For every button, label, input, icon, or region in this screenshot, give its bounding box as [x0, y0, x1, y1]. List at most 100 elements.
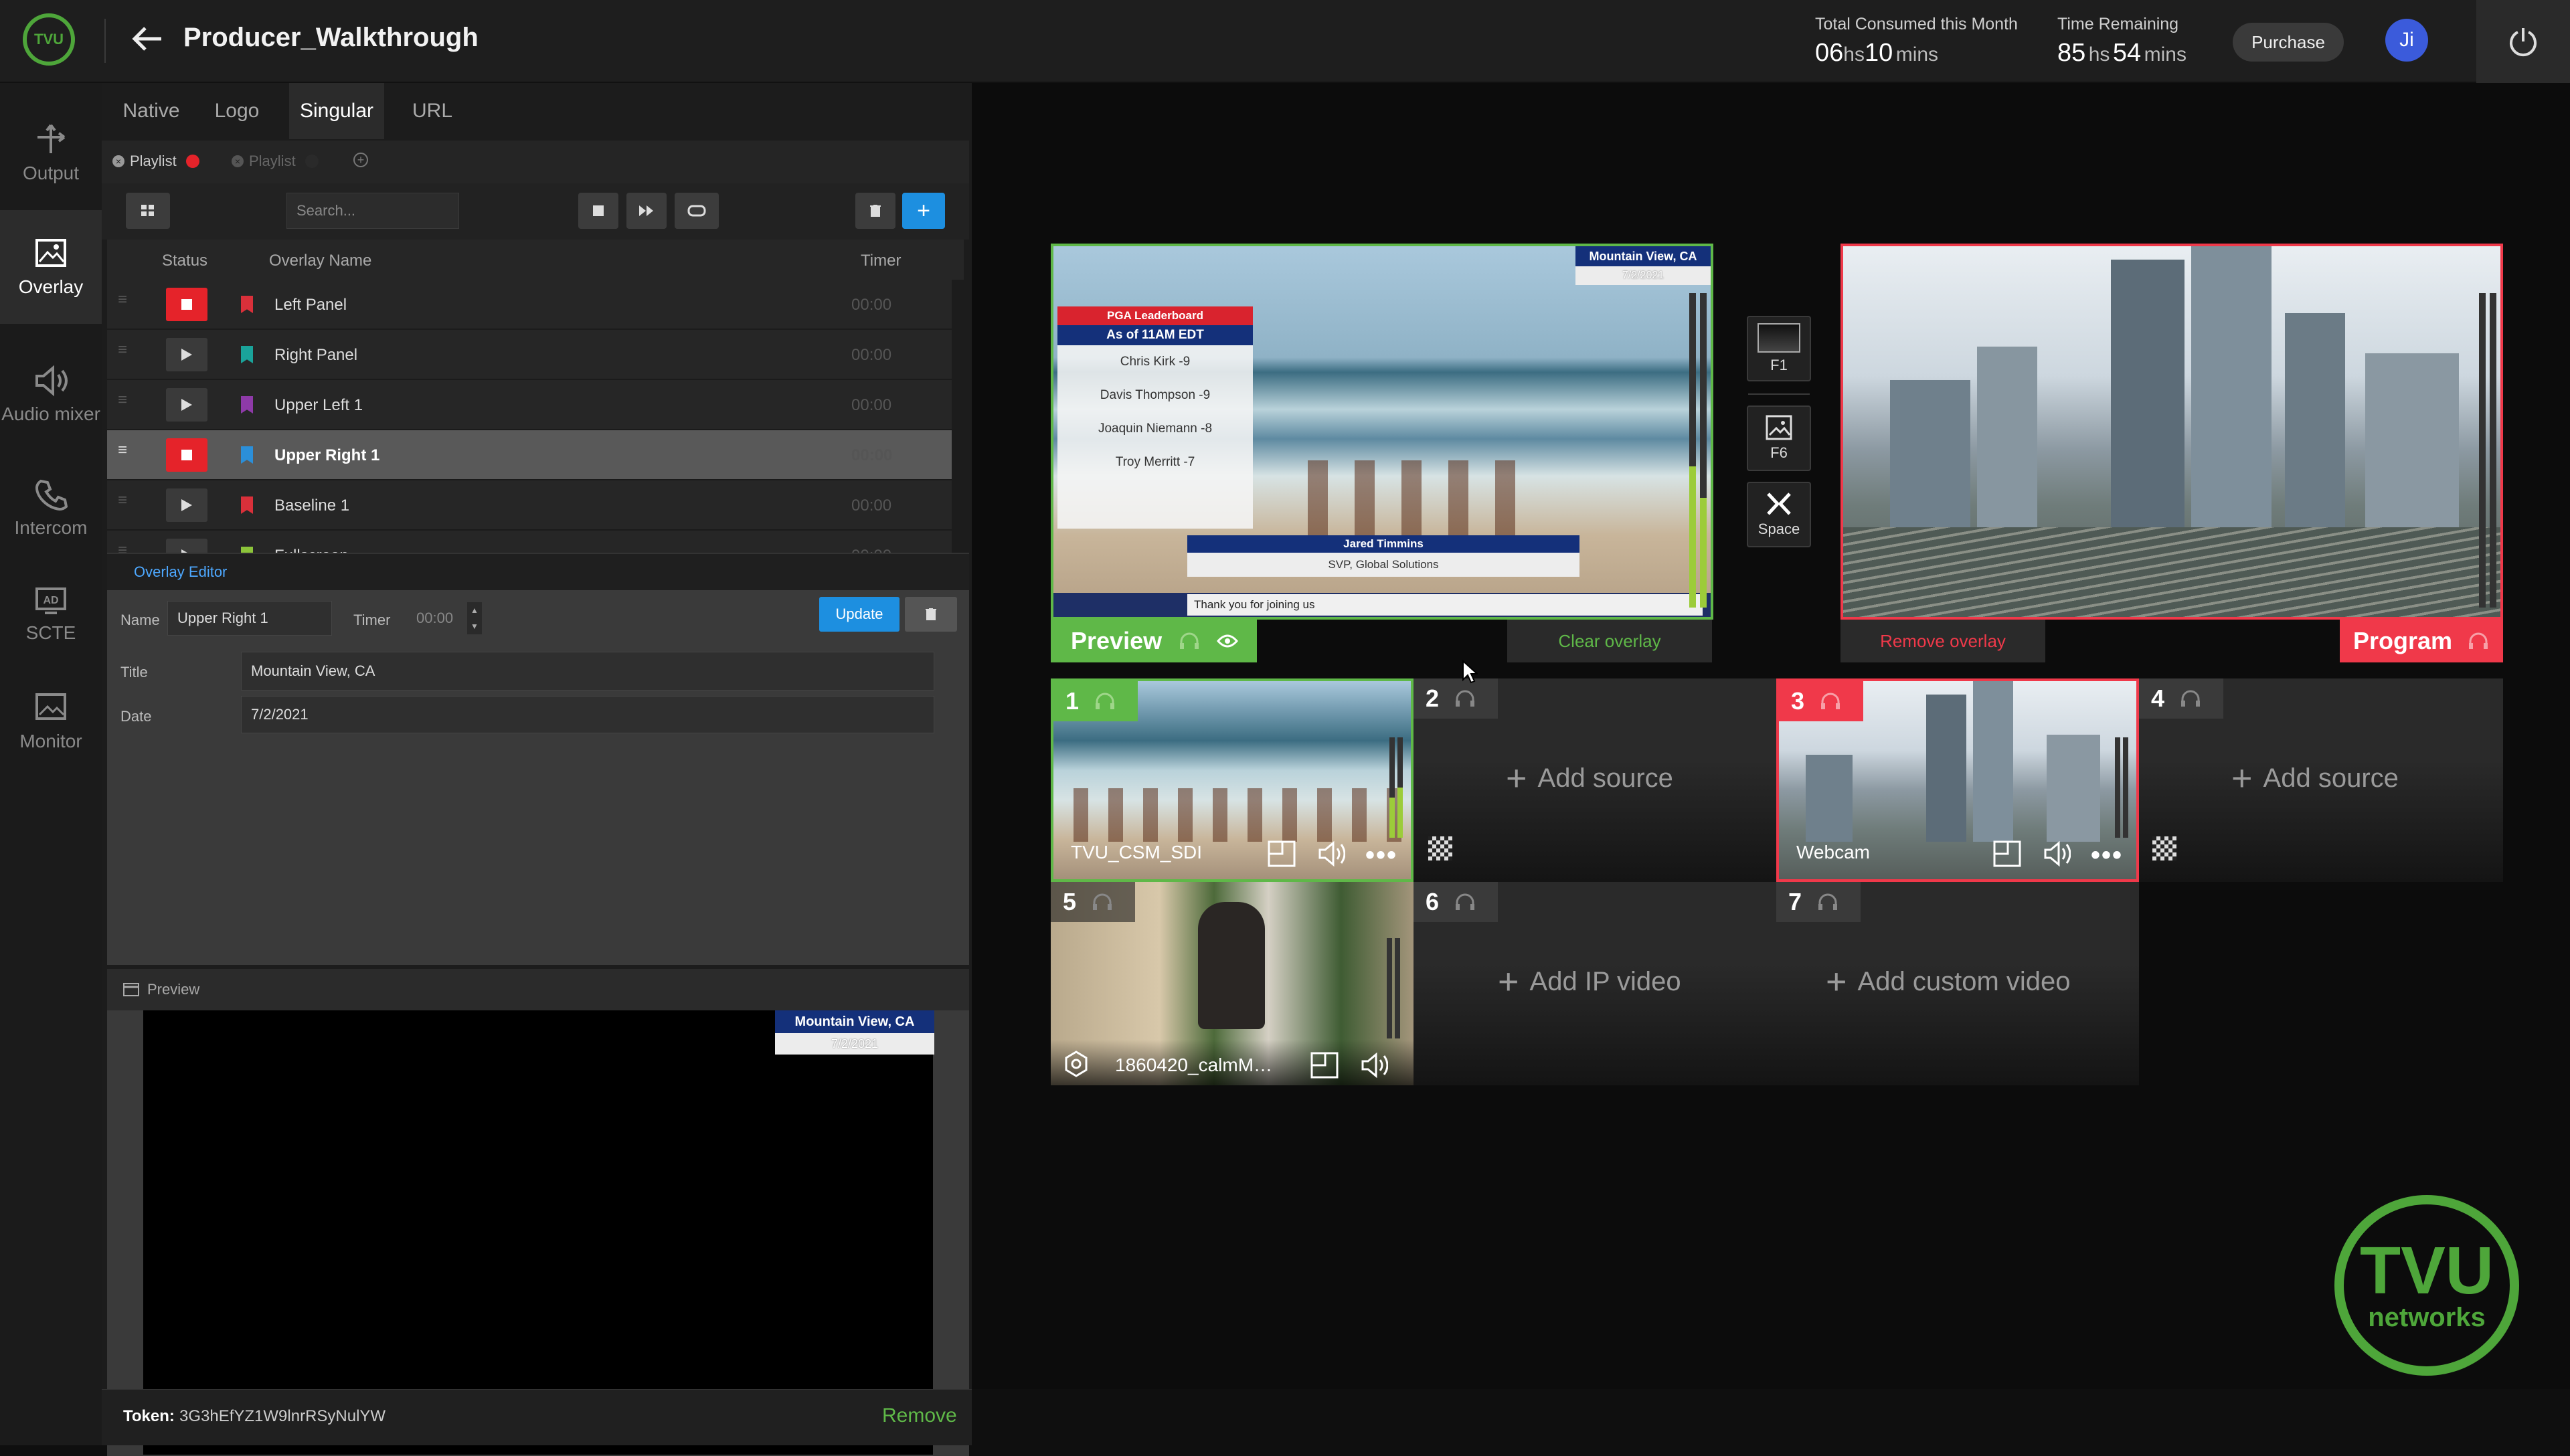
tab-url[interactable]: URL	[407, 83, 458, 139]
source-tile-3[interactable]: 3 Webcam •••	[1776, 678, 2139, 882]
drag-handle-icon[interactable]: ≡	[118, 342, 134, 361]
add-playlist-icon[interactable]: +	[353, 153, 368, 167]
overlay-editor-heading[interactable]: Overlay Editor	[134, 563, 227, 581]
clear-overlay-button[interactable]: Clear overlay	[1507, 620, 1712, 662]
delete-overlay-button[interactable]	[905, 597, 957, 632]
more-icon[interactable]: •••	[1365, 840, 1397, 871]
source-tile-5[interactable]: 5 1860420_calmM…	[1051, 882, 1414, 1085]
purchase-button[interactable]: Purchase	[2233, 23, 2344, 62]
source-tile-1[interactable]: 1 TVU_CSM_SDI •••	[1051, 678, 1414, 882]
stop-button[interactable]	[166, 438, 207, 472]
update-button[interactable]: Update	[819, 597, 900, 632]
overlay-row[interactable]: ≡ Fullscreen 00:00	[107, 531, 952, 553]
add-custom-video-button[interactable]: + Add custom video	[1826, 961, 2071, 1002]
loop-button[interactable]	[675, 193, 719, 229]
playlist-tab-2[interactable]: × Playlist	[232, 153, 319, 170]
close-icon[interactable]: ×	[112, 155, 124, 167]
source-tile-6[interactable]: 6 + Add IP video	[1414, 882, 1776, 1085]
headphones-icon[interactable]	[1092, 893, 1112, 911]
play-button[interactable]	[166, 488, 207, 522]
tab-logo[interactable]: Logo	[209, 83, 265, 139]
play-button[interactable]	[166, 388, 207, 422]
overlay-row[interactable]: ≡ Upper Left 1 00:00	[107, 380, 952, 430]
play-button[interactable]	[166, 539, 207, 553]
source-tile-4[interactable]: 4 + Add source	[2139, 678, 2503, 882]
headphones-icon[interactable]	[1095, 693, 1115, 710]
play-button[interactable]	[166, 338, 207, 371]
add-source-button[interactable]: + Add source	[1506, 757, 1673, 799]
sidebar-item-audio-mixer[interactable]: Audio mixer	[0, 337, 102, 451]
overlay-row[interactable]: ≡ Upper Right 1 00:00	[107, 430, 952, 480]
headphones-icon[interactable]	[1179, 632, 1199, 650]
headphones-icon[interactable]	[1455, 893, 1475, 911]
drag-handle-icon[interactable]: ≡	[118, 392, 134, 411]
playlist-tab-1[interactable]: × Playlist	[112, 153, 199, 170]
sidebar-item-scte[interactable]: AD SCTE	[0, 558, 102, 672]
overlay-row[interactable]: ≡ Baseline 1 00:00	[107, 480, 952, 530]
qr-code-icon[interactable]	[1428, 836, 1452, 860]
headphones-icon[interactable]	[2468, 632, 2488, 650]
layout-icon[interactable]	[1993, 840, 2021, 867]
key-f6-button[interactable]: F6	[1747, 405, 1811, 471]
delete-button[interactable]	[855, 193, 895, 229]
drag-handle-icon[interactable]: ≡	[118, 543, 134, 553]
remove-overlay-button[interactable]: Remove overlay	[1840, 620, 2045, 662]
headphones-icon[interactable]	[1818, 893, 1838, 911]
drag-handle-icon[interactable]: ≡	[118, 442, 134, 461]
speaker-icon[interactable]	[1317, 840, 1345, 867]
headphones-icon[interactable]	[1455, 690, 1475, 707]
overlay-row[interactable]: ≡ Left Panel 00:00	[107, 280, 952, 329]
add-source-button[interactable]: + Add source	[2231, 757, 2399, 799]
timer-stepper[interactable]: ▲ ▼	[467, 602, 482, 634]
stop-all-button[interactable]	[578, 193, 618, 229]
avatar[interactable]: Ji	[2385, 19, 2428, 62]
sidebar-item-output[interactable]: Output	[0, 96, 102, 210]
program-monitor[interactable]	[1840, 244, 2503, 620]
next-button[interactable]	[626, 193, 667, 229]
sidebar-item-intercom[interactable]: Intercom	[0, 451, 102, 565]
key-space-button[interactable]: Space	[1747, 482, 1811, 547]
close-icon[interactable]: ×	[232, 155, 244, 167]
source-tile-2[interactable]: 2 + Add source	[1414, 678, 1776, 882]
stop-button[interactable]	[166, 288, 207, 321]
speaker-icon[interactable]	[1360, 1052, 1388, 1079]
settings-icon[interactable]	[1063, 1051, 1090, 1077]
source-tile-7[interactable]: 7 + Add custom video	[1776, 882, 2139, 1085]
back-arrow-icon[interactable]	[120, 15, 174, 63]
sidebar-item-overlay[interactable]: Overlay	[0, 210, 102, 324]
drag-handle-icon[interactable]: ≡	[118, 292, 134, 310]
overlay-row[interactable]: ≡ Right Panel 00:00	[107, 330, 952, 379]
remove-token-link[interactable]: Remove	[882, 1404, 957, 1427]
preview-tab[interactable]: Preview	[123, 981, 199, 998]
headphones-icon[interactable]	[2180, 690, 2201, 707]
add-ip-video-button[interactable]: + Add IP video	[1498, 961, 1681, 1002]
qr-code-icon[interactable]	[2152, 836, 2176, 860]
eye-icon[interactable]	[1217, 634, 1239, 648]
tvu-logo[interactable]: TVU	[23, 13, 75, 66]
layout-icon[interactable]	[1310, 1052, 1339, 1079]
col-timer: Timer	[861, 252, 902, 270]
key-f1-button[interactable]: F1	[1747, 316, 1811, 381]
layout-icon[interactable]	[1268, 840, 1296, 867]
tab-singular[interactable]: Singular	[289, 83, 384, 139]
sidebar-item-monitor[interactable]: Monitor	[0, 665, 102, 779]
preview-date: 7/2/2021	[775, 1033, 934, 1055]
search-input[interactable]: Search...	[286, 193, 459, 229]
speaker-icon[interactable]	[2043, 840, 2071, 867]
name-input[interactable]: Upper Right 1	[167, 601, 332, 636]
title-input[interactable]: Mountain View, CA	[241, 652, 934, 691]
date-input[interactable]: 7/2/2021	[241, 696, 934, 733]
overlay-table-header: Status Overlay Name Timer	[107, 240, 964, 280]
tab-native[interactable]: Native	[118, 83, 185, 139]
preview-monitor[interactable]: Mountain View, CA 7/2/2021 PGA Leaderboa…	[1051, 244, 1713, 620]
timer-input[interactable]: 00:00	[407, 601, 474, 636]
drag-handle-icon[interactable]: ≡	[118, 492, 134, 511]
grid-view-button[interactable]	[126, 193, 170, 229]
preview-location-graphic: Mountain View, CA 7/2/2021	[1575, 246, 1711, 285]
add-overlay-button[interactable]: +	[902, 193, 945, 229]
watermark-text: TVU	[2360, 1233, 2494, 1308]
more-icon[interactable]: •••	[2091, 840, 2123, 871]
bookmark-icon	[241, 446, 253, 464]
power-button[interactable]	[2476, 0, 2570, 83]
headphones-icon[interactable]	[1820, 693, 1840, 710]
